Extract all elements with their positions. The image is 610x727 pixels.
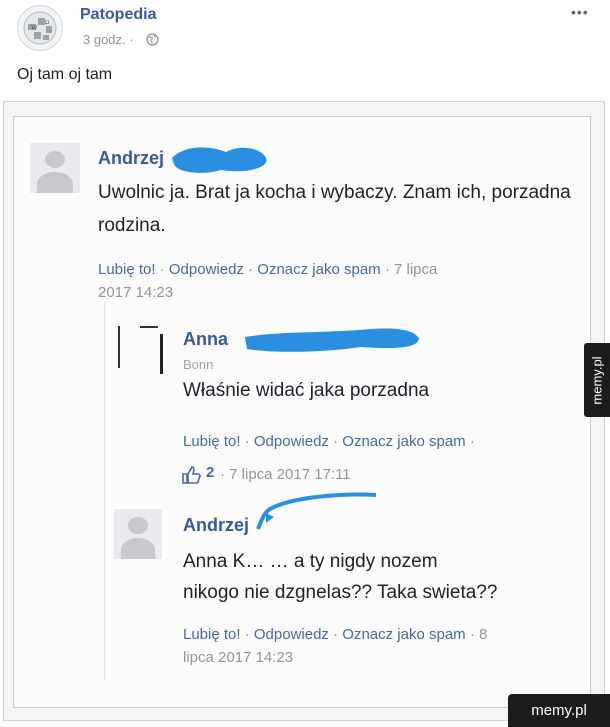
report-spam-link[interactable]: Oznacz jako spam bbox=[342, 433, 465, 450]
comment-date-year: 2017 14:23 bbox=[98, 284, 174, 301]
comment-thread: Andrzej Uwolnic ja. Brat ja kocha i wyba… bbox=[13, 116, 591, 708]
commenter-avatar bbox=[114, 509, 162, 559]
watermark-bottom: memy.pl bbox=[508, 694, 610, 727]
comment-text: Uwolnic ja. Brat ja kocha i wybaczy. Zna… bbox=[98, 182, 571, 236]
reply-divider bbox=[104, 301, 105, 681]
comment-author: Andrzej bbox=[98, 148, 165, 168]
page-avatar[interactable]: W Ω bbox=[17, 5, 63, 51]
redaction-scribble bbox=[245, 328, 419, 352]
redaction-scribble bbox=[172, 147, 267, 173]
post-header: W Ω Patopedia 3 godz. · ••• bbox=[0, 0, 610, 56]
comment-date: · 8 bbox=[469, 626, 488, 643]
reply-link[interactable]: Odpowiedz bbox=[254, 433, 329, 450]
svg-text:W: W bbox=[31, 24, 38, 32]
comment-text-line: Anna K… … a ty nigdy nozem bbox=[183, 551, 438, 572]
reply-link[interactable]: Odpowiedz bbox=[169, 261, 244, 278]
report-spam-link[interactable]: Oznacz jako spam bbox=[342, 626, 465, 643]
thumbs-up-icon[interactable] bbox=[181, 465, 201, 485]
page-name[interactable]: Patopedia bbox=[80, 6, 156, 24]
like-link[interactable]: Lubię to! bbox=[183, 626, 241, 643]
globe-icon bbox=[146, 33, 159, 46]
comment-date-year: lipca 2017 14:23 bbox=[183, 649, 294, 666]
comment-actions: Lubię to! · Odpowiedz · Oznacz jako spam… bbox=[98, 261, 438, 301]
report-spam-link[interactable]: Oznacz jako spam bbox=[257, 261, 380, 278]
like-count: 2 bbox=[206, 464, 215, 481]
post-timestamp[interactable]: 3 godz. · bbox=[83, 32, 134, 47]
post-text: Oj tam oj tam bbox=[17, 66, 113, 83]
more-icon[interactable]: ••• bbox=[571, 4, 589, 20]
commenter-avatar bbox=[114, 324, 166, 380]
shared-screenshot: Andrzej Uwolnic ja. Brat ja kocha i wyba… bbox=[3, 101, 605, 721]
comment-author: Andrzej bbox=[183, 515, 250, 535]
reply-link[interactable]: Odpowiedz bbox=[254, 626, 329, 643]
comment-actions: Lubię to! · Odpowiedz · Oznacz jako spam… bbox=[183, 626, 488, 666]
commenter-avatar bbox=[30, 143, 80, 193]
watermark-side: memy.pl bbox=[584, 343, 610, 417]
redaction-scribble bbox=[256, 492, 377, 530]
comment-text: Właśnie widać jaka porzadna bbox=[183, 380, 430, 401]
comment-date: · 7 lipca bbox=[384, 261, 438, 278]
comment-actions: Lubię to! · Odpowiedz · Oznacz jako spam… bbox=[183, 433, 475, 450]
svg-text:Ω: Ω bbox=[45, 20, 50, 26]
wikipedia-globe-icon: W Ω bbox=[23, 11, 57, 45]
comment-author: Anna bbox=[183, 329, 228, 349]
comment-text-line: nikogo nie dzgnelas?? Taka swieta?? bbox=[183, 582, 498, 603]
like-link[interactable]: Lubię to! bbox=[98, 261, 156, 278]
like-link[interactable]: Lubię to! bbox=[183, 433, 241, 450]
commenter-location: Bonn bbox=[183, 357, 214, 372]
comment-date: · 7 lipca 2017 17:11 bbox=[220, 466, 351, 483]
